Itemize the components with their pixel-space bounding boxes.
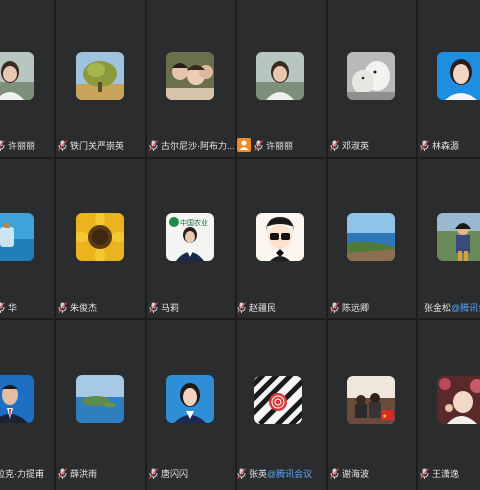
avatar	[254, 376, 302, 424]
avatar	[166, 375, 214, 423]
participant-name: 华	[8, 303, 18, 313]
participant-name: 王潇逸	[432, 469, 460, 479]
avatar	[437, 52, 480, 100]
participant-tile[interactable]: 赵疆民	[237, 159, 326, 318]
avatar	[256, 52, 304, 100]
avatar	[76, 52, 124, 100]
participant-name: 拉克·力提甫	[0, 469, 44, 479]
participant-tile[interactable]: 张金松@腾讯会	[418, 159, 480, 318]
participant-name: 许丽丽	[266, 141, 294, 151]
microphone-muted-icon	[58, 468, 67, 479]
microphone-muted-icon	[237, 302, 246, 313]
participant-tile[interactable]: 唐闪闪	[147, 320, 235, 490]
avatar	[76, 213, 124, 261]
participant-name: 陈远卿	[342, 303, 370, 313]
microphone-muted-icon	[149, 302, 158, 313]
microphone-muted-icon	[420, 468, 429, 479]
participant-name: 薛洪雨	[70, 469, 98, 479]
participant-name: 张金松	[424, 303, 452, 313]
participant-tile[interactable]: 许丽丽	[237, 0, 326, 157]
microphone-muted-icon	[149, 140, 158, 151]
microphone-muted-icon	[58, 140, 67, 151]
microphone-muted-icon	[330, 302, 339, 313]
avatar	[347, 213, 395, 261]
microphone-muted-icon	[254, 140, 263, 151]
microphone-muted-icon	[0, 140, 5, 151]
host-avatar-icon	[237, 138, 251, 152]
avatar	[0, 213, 34, 261]
participant-tile[interactable]: 中国农业 马莉	[147, 159, 235, 318]
participant-name: 张英	[249, 469, 268, 479]
avatar	[0, 375, 34, 423]
participant-tile[interactable]: 邓淑英	[328, 0, 416, 157]
avatar	[347, 52, 395, 100]
tencent-meeting-suffix: @腾讯会议	[267, 469, 313, 479]
microphone-muted-icon	[0, 302, 5, 313]
microphone-muted-icon	[330, 140, 339, 151]
microphone-muted-icon	[330, 468, 339, 479]
microphone-muted-icon	[58, 302, 67, 313]
avatar: 中国农业	[166, 213, 214, 261]
participant-name: 唐闪闪	[161, 469, 189, 479]
participant-tile[interactable]: 铁门关严崇英	[56, 0, 145, 157]
microphone-muted-icon	[149, 468, 158, 479]
participant-tile[interactable]: 许丽丽	[0, 0, 54, 157]
svg-text:★: ★	[382, 413, 387, 420]
participant-name: 铁门关严崇英	[70, 141, 125, 151]
tencent-meeting-suffix: @腾讯会	[451, 303, 480, 313]
participant-name: 林森源	[432, 141, 460, 151]
participant-name: 古尔尼沙·阿布力...	[161, 141, 235, 151]
participant-tile[interactable]: 陈远卿	[328, 159, 416, 318]
avatar	[76, 375, 124, 423]
participant-tile[interactable]: 朱俊杰	[56, 159, 145, 318]
participant-tile[interactable]: 华	[0, 159, 54, 318]
participant-name: 谢海波	[342, 469, 370, 479]
microphone-muted-icon	[237, 468, 246, 479]
participant-tile[interactable]: ★ 谢海波	[328, 320, 416, 490]
avatar	[0, 52, 34, 100]
participant-tile[interactable]: 拉克·力提甫	[0, 320, 54, 490]
avatar	[437, 213, 480, 261]
participant-name: 许丽丽	[8, 141, 36, 151]
participant-name: 赵疆民	[249, 303, 277, 313]
participant-tile[interactable]: 张英@腾讯会议	[237, 320, 326, 490]
participant-tile[interactable]: 薛洪雨	[56, 320, 145, 490]
participant-name: 朱俊杰	[70, 303, 98, 313]
bank-logo-text: 中国农业	[180, 218, 208, 227]
participant-tile[interactable]: 林森源	[418, 0, 480, 157]
participant-name: 邓淑英	[342, 141, 370, 151]
participant-tile[interactable]: 古尔尼沙·阿布力...	[147, 0, 235, 157]
avatar	[166, 52, 214, 100]
avatar: ★	[347, 376, 395, 424]
avatar	[437, 376, 480, 424]
avatar	[256, 213, 304, 261]
participant-grid: 许丽丽 铁门关严崇英 古尔尼沙·阿布力... 许丽丽 邓淑英 林森源 华 朱俊杰…	[0, 0, 480, 490]
participant-name: 马莉	[161, 303, 180, 313]
participant-tile[interactable]: 王潇逸	[418, 320, 480, 490]
microphone-muted-icon	[420, 140, 429, 151]
